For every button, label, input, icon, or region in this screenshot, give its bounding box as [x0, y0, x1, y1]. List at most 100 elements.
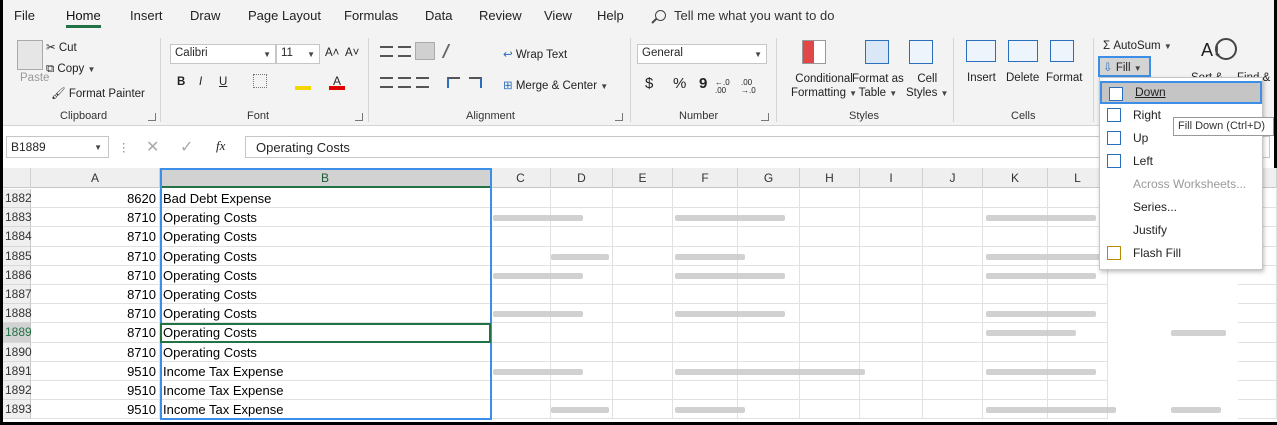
tab-draw[interactable]: Draw [190, 8, 220, 23]
align-top-icon[interactable] [380, 46, 393, 57]
fill-color-icon[interactable] [295, 74, 311, 90]
conditional-formatting-icon[interactable] [802, 40, 826, 64]
column-header[interactable]: D [551, 168, 613, 188]
cell[interactable] [800, 189, 860, 209]
row-header[interactable]: 1884 [3, 227, 32, 247]
cell-a[interactable]: 9510 [31, 361, 160, 381]
row-header[interactable]: 1887 [3, 285, 32, 305]
find-icon[interactable] [1215, 38, 1237, 60]
align-right-icon[interactable] [416, 77, 429, 88]
cell[interactable] [800, 400, 860, 420]
cell[interactable] [860, 246, 923, 266]
cell[interactable] [491, 400, 551, 420]
row-header[interactable]: 1889 [3, 323, 32, 343]
cell[interactable] [860, 361, 923, 381]
cell[interactable] [860, 285, 923, 305]
cell[interactable] [983, 285, 1048, 305]
cell[interactable] [800, 208, 860, 228]
column-header[interactable]: J [923, 168, 983, 188]
format-as-table-button[interactable]: Format as Table ▼ [852, 72, 904, 101]
cell[interactable] [738, 189, 800, 209]
cell[interactable] [738, 381, 800, 401]
cell[interactable] [800, 285, 860, 305]
fill-button[interactable]: ⇩ Fill ▼ [1098, 56, 1151, 77]
tab-data[interactable]: Data [425, 8, 452, 23]
cell[interactable] [1238, 342, 1277, 362]
cell-a[interactable]: 8710 [31, 265, 160, 285]
format-painter-button[interactable]: 🖌 Format Painter [51, 86, 145, 100]
cell-a[interactable]: 8710 [31, 285, 160, 305]
cell-a[interactable]: 8620 [31, 189, 160, 209]
cell[interactable] [923, 227, 983, 247]
cell[interactable] [613, 208, 673, 228]
cell[interactable] [800, 381, 860, 401]
cell[interactable] [613, 304, 673, 324]
cell[interactable] [923, 208, 983, 228]
cell[interactable] [673, 227, 738, 247]
cell[interactable] [738, 285, 800, 305]
menu-item-series[interactable]: Series... [1100, 196, 1262, 219]
font-size-select[interactable]: 11 ▼ [276, 44, 320, 64]
menu-item-justify[interactable]: Justify [1100, 219, 1262, 242]
cell[interactable] [1238, 285, 1277, 305]
column-header[interactable]: K [983, 168, 1048, 188]
format-button[interactable]: Format [1046, 72, 1082, 84]
cancel-icon[interactable]: ✕ [146, 137, 159, 157]
shrink-font-button[interactable]: A˅ [345, 47, 359, 59]
cut-button[interactable]: ✂ Cut [46, 40, 77, 54]
cell[interactable] [551, 342, 613, 362]
tab-review[interactable]: Review [479, 8, 522, 23]
cell[interactable] [983, 381, 1048, 401]
number-format-select[interactable]: General ▼ [637, 44, 767, 64]
clipboard-launcher-icon[interactable] [148, 113, 156, 121]
cell[interactable] [613, 400, 673, 420]
comma-button[interactable]: 9 [699, 75, 707, 92]
autosum-button[interactable]: Σ AutoSum ▼ [1103, 40, 1172, 52]
align-center-icon[interactable] [398, 77, 411, 88]
cell-styles-button[interactable]: Cell Styles ▼ [906, 72, 948, 101]
font-color-icon[interactable]: A [329, 74, 345, 90]
cell[interactable] [923, 323, 983, 343]
conditional-formatting-button[interactable]: Conditional Formatting ▼ [791, 72, 857, 101]
cell[interactable] [738, 323, 800, 343]
cell[interactable] [1238, 361, 1277, 381]
tab-page-layout[interactable]: Page Layout [248, 8, 321, 23]
italic-button[interactable]: I [199, 76, 202, 88]
align-middle-icon[interactable] [398, 46, 411, 57]
align-left-icon[interactable] [380, 77, 393, 88]
tab-help[interactable]: Help [597, 8, 624, 23]
cell[interactable] [923, 342, 983, 362]
cell[interactable] [491, 189, 551, 209]
decrease-indent-icon[interactable] [447, 77, 460, 88]
tab-formulas[interactable]: Formulas [344, 8, 398, 23]
delete-button[interactable]: Delete [1006, 72, 1039, 84]
copy-button[interactable]: ⧉ Copy ▼ [46, 63, 95, 76]
cell[interactable] [491, 381, 551, 401]
cell[interactable] [551, 285, 613, 305]
enter-icon[interactable]: ✓ [180, 137, 193, 157]
cell[interactable] [923, 189, 983, 209]
cell[interactable] [860, 342, 923, 362]
cell[interactable] [983, 189, 1048, 209]
cell[interactable] [491, 285, 551, 305]
cell[interactable] [491, 342, 551, 362]
cell[interactable] [1048, 381, 1108, 401]
wrap-text-button[interactable]: ↩ Wrap Text [503, 47, 567, 61]
cell[interactable] [613, 246, 673, 266]
cell-styles-icon[interactable] [909, 40, 933, 64]
cell-a[interactable]: 8710 [31, 208, 160, 228]
paste-button[interactable]: Paste [20, 72, 49, 84]
name-box[interactable]: B1889 ▼ [6, 136, 109, 158]
row-header[interactable]: 1892 [3, 381, 32, 401]
cell[interactable] [613, 285, 673, 305]
column-header[interactable]: F [673, 168, 738, 188]
column-header[interactable]: C [491, 168, 551, 188]
row-header[interactable]: 1883 [3, 208, 32, 228]
cell[interactable] [1238, 304, 1277, 324]
cell[interactable] [551, 381, 613, 401]
font-launcher-icon[interactable] [355, 113, 363, 121]
cell[interactable] [551, 227, 613, 247]
cell[interactable] [923, 304, 983, 324]
cell[interactable] [1238, 323, 1277, 343]
decrease-decimal-button[interactable]: .00 →.0 [741, 79, 763, 95]
